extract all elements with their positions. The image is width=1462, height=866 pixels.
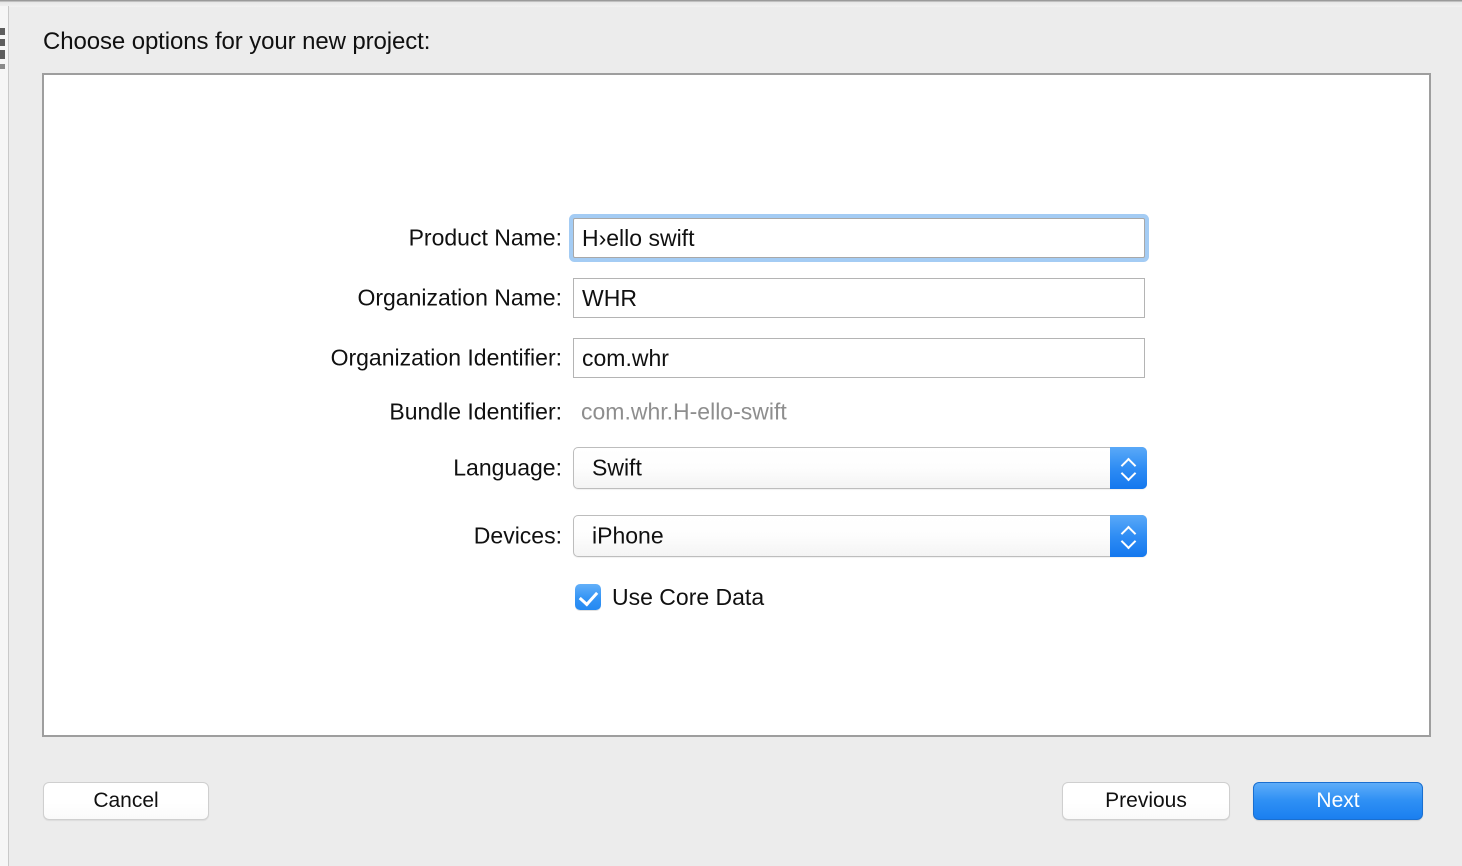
language-selected-value: Swift	[592, 454, 642, 481]
use-core-data-checkbox-row[interactable]: Use Core Data	[575, 580, 764, 614]
background-window-mark	[0, 28, 5, 35]
chevron-down-icon	[1121, 538, 1136, 546]
background-window-mark	[0, 64, 5, 69]
options-form: Product Name: H›ello swift Organization …	[44, 75, 1433, 739]
use-core-data-label: Use Core Data	[612, 583, 765, 610]
organization-name-input[interactable]: WHR	[573, 278, 1145, 318]
options-panel: Product Name: H›ello swift Organization …	[42, 73, 1431, 737]
form-row-language: Language: Swift	[44, 447, 1433, 489]
form-row-organization-name: Organization Name: WHR	[44, 277, 1433, 319]
background-window-mark	[0, 39, 5, 46]
bundle-identifier-label: Bundle Identifier:	[389, 398, 562, 425]
page-title: Choose options for your new project:	[43, 28, 431, 55]
cancel-button[interactable]: Cancel	[43, 782, 209, 820]
form-row-devices: Devices: iPhone	[44, 515, 1433, 557]
organization-identifier-input[interactable]: com.whr	[573, 338, 1145, 378]
background-window-mark	[0, 50, 5, 59]
language-select[interactable]: Swift	[573, 447, 1147, 489]
checkmark-icon[interactable]	[575, 584, 601, 610]
devices-selected-value: iPhone	[592, 522, 664, 549]
language-label: Language:	[453, 454, 562, 481]
bundle-identifier-value: com.whr.H-ello-swift	[581, 398, 787, 425]
next-button[interactable]: Next	[1253, 782, 1423, 820]
form-row-bundle-identifier: Bundle Identifier: com.whr.H-ello-swift	[44, 391, 1433, 433]
background-window-sliver	[0, 6, 9, 866]
chevron-down-icon	[1121, 470, 1136, 478]
new-project-options-dialog: Choose options for your new project: Pro…	[0, 0, 1462, 866]
window-top-border	[0, 0, 1462, 7]
previous-button[interactable]: Previous	[1062, 782, 1230, 820]
product-name-input[interactable]: H›ello swift	[573, 218, 1145, 258]
form-row-organization-identifier: Organization Identifier: com.whr	[44, 337, 1433, 379]
organization-name-label: Organization Name:	[357, 284, 562, 311]
language-stepper[interactable]	[1110, 447, 1147, 489]
devices-select[interactable]: iPhone	[573, 515, 1147, 557]
form-row-product-name: Product Name: H›ello swift	[44, 217, 1433, 259]
devices-stepper[interactable]	[1110, 515, 1147, 557]
product-name-label: Product Name:	[408, 224, 562, 251]
devices-label: Devices:	[473, 522, 562, 549]
organization-identifier-label: Organization Identifier:	[330, 344, 562, 371]
